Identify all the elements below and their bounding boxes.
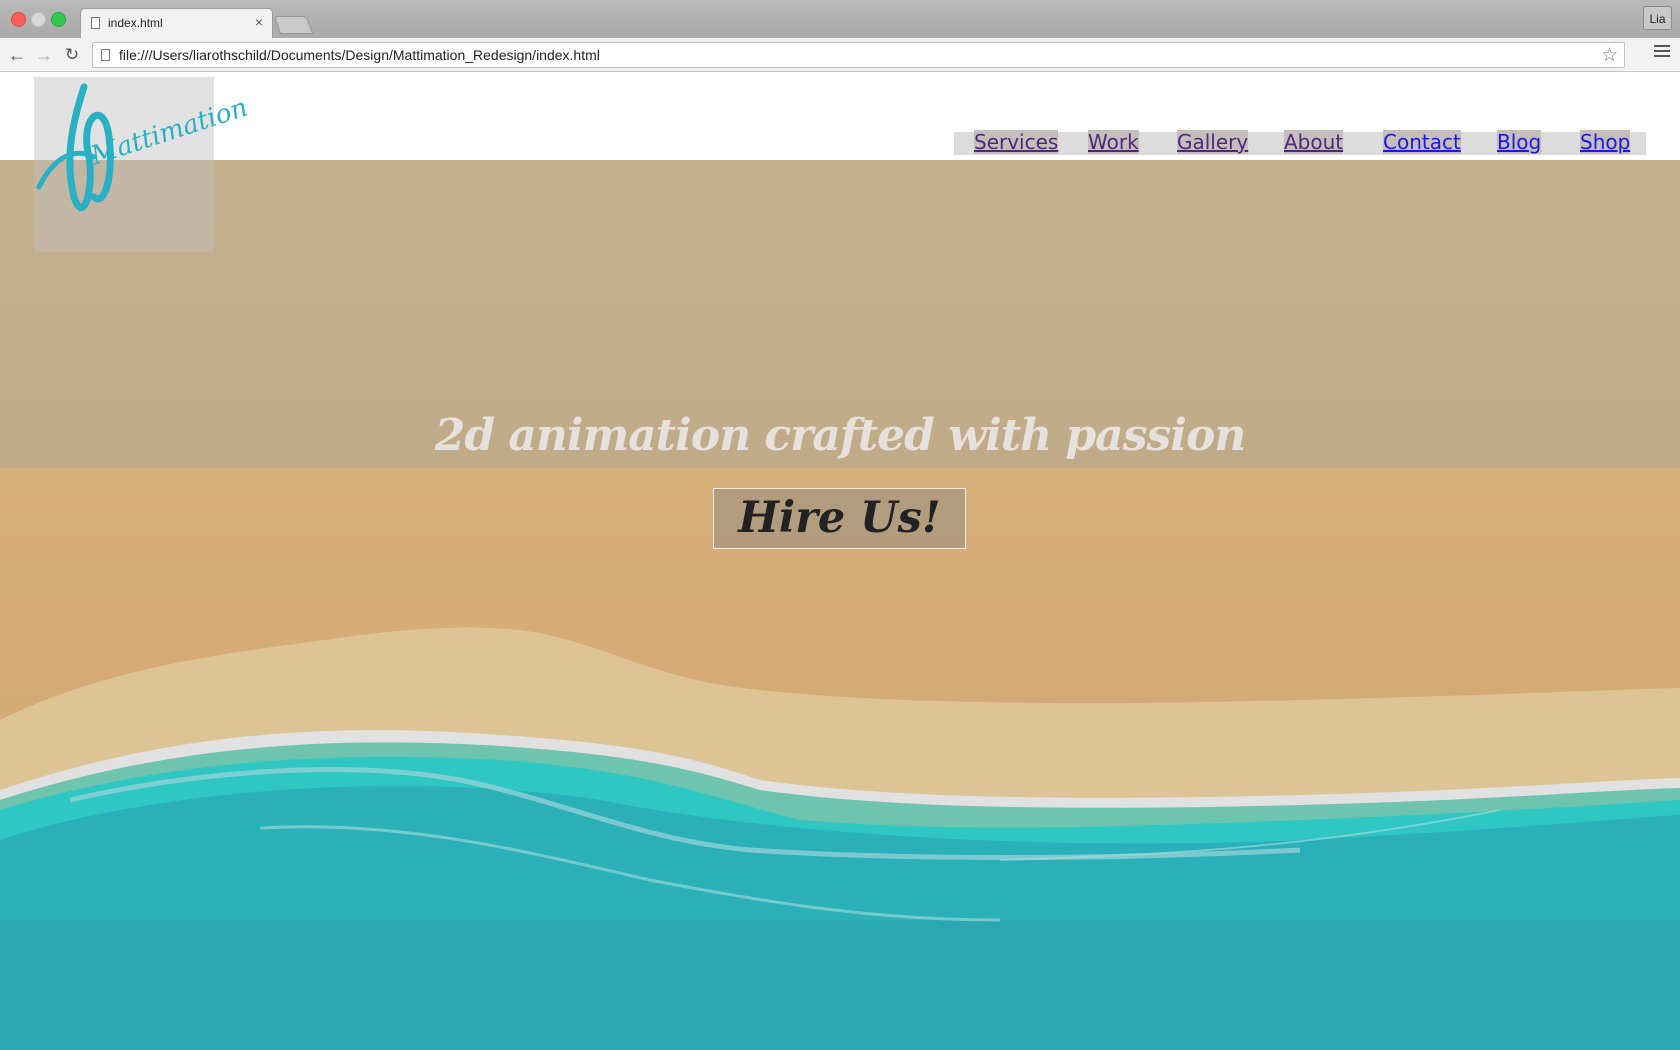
nav-blog[interactable]: Blog — [1497, 130, 1542, 154]
page-icon — [91, 17, 100, 29]
tab-title: index.html — [108, 16, 163, 30]
logo-icon — [36, 83, 114, 212]
profile-button[interactable]: Lia — [1643, 6, 1672, 30]
nav-contact[interactable]: Contact — [1383, 130, 1461, 154]
nav-about[interactable]: About — [1284, 130, 1344, 154]
url-text[interactable]: file:///Users/liarothschild/Documents/De… — [119, 47, 600, 63]
tab-close-icon[interactable]: × — [255, 14, 263, 30]
bookmark-star-icon[interactable]: ☆ — [1601, 44, 1618, 67]
address-bar[interactable]: file:///Users/liarothschild/Documents/De… — [92, 42, 1625, 68]
reload-icon[interactable]: ↻ — [61, 44, 83, 66]
nav-shop[interactable]: Shop — [1580, 130, 1631, 154]
browser-titlebar: index.html × Lia — [0, 0, 1680, 39]
nav-gallery[interactable]: Gallery — [1177, 130, 1249, 154]
browser-toolbar: ← → ↻ file:///Users/liarothschild/Docume… — [0, 38, 1680, 72]
nav-services[interactable]: Services — [974, 130, 1059, 154]
ocean-illustration — [0, 627, 1680, 1050]
hire-us-button[interactable]: Hire Us! — [713, 488, 966, 549]
window-maximize-button[interactable] — [51, 12, 66, 27]
hero-tagline: 2d animation crafted with passion — [434, 410, 1247, 461]
page-icon — [101, 49, 110, 61]
beach-hero — [0, 160, 1680, 1050]
new-tab-button[interactable] — [273, 16, 314, 34]
window-minimize-button[interactable] — [31, 12, 46, 27]
web-page: Mattimation Services Work Gallery About … — [0, 72, 1680, 1050]
forward-icon[interactable]: → — [33, 44, 55, 66]
menu-icon[interactable] — [1654, 45, 1670, 60]
main-nav: Services Work Gallery About Contact Blog… — [954, 130, 1646, 155]
site-logo[interactable]: Mattimation — [34, 77, 251, 252]
window-close-button[interactable] — [11, 12, 26, 27]
browser-tab[interactable]: index.html × — [80, 8, 273, 39]
nav-work[interactable]: Work — [1088, 130, 1139, 154]
back-icon[interactable]: ← — [6, 44, 28, 66]
